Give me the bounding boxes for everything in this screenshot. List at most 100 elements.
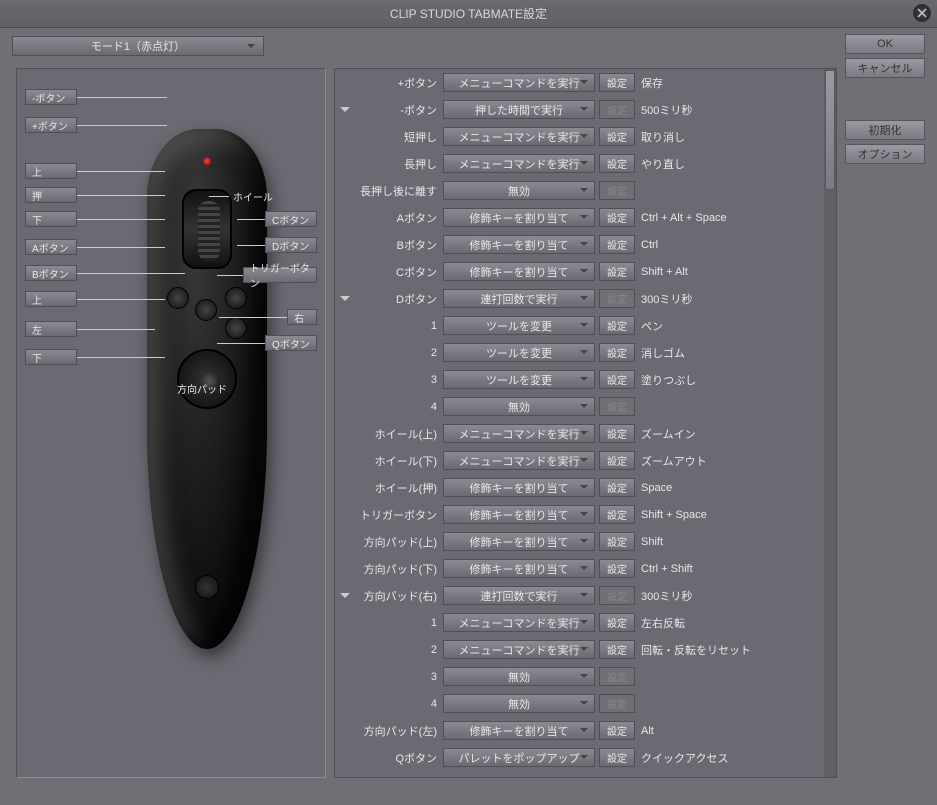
action-dropdown[interactable]: 修飾キーを割り当て (443, 478, 595, 497)
callout-wheel-up: 上 (25, 163, 165, 179)
set-button[interactable]: 設定 (599, 721, 635, 740)
row-label: +ボタン (355, 75, 443, 91)
ok-button[interactable]: OK (845, 34, 925, 54)
button-b-icon (195, 299, 217, 321)
set-button[interactable]: 設定 (599, 532, 635, 551)
settings-scroll[interactable]: +ボタンメニューコマンドを実行設定保存-ボタン押した時間で実行設定500ミリ秒短… (335, 69, 824, 777)
action-dropdown[interactable]: ツールを変更 (443, 343, 595, 362)
setting-row-d2: 2ツールを変更設定消しゴム (335, 339, 824, 366)
dpad-label: 方向パッド (177, 381, 227, 396)
row-label: -ボタン (355, 102, 443, 118)
set-button[interactable]: 設定 (599, 127, 635, 146)
close-button[interactable] (913, 4, 931, 22)
row-label: Dボタン (355, 291, 443, 307)
action-dropdown[interactable]: 無効 (443, 397, 595, 416)
action-dropdown[interactable]: 修飾キーを割り当て (443, 505, 595, 524)
chevron-down-icon (340, 107, 350, 117)
action-dropdown[interactable]: 無効 (443, 694, 595, 713)
action-dropdown[interactable]: 無効 (443, 667, 595, 686)
action-dropdown[interactable]: メニューコマンドを実行 (443, 451, 595, 470)
callout-trigger: トリガーボタン (217, 267, 317, 283)
action-dropdown[interactable]: 修飾キーを割り当て (443, 235, 595, 254)
set-button[interactable]: 設定 (599, 613, 635, 632)
set-button: 設定 (599, 667, 635, 686)
button-a-icon (167, 287, 189, 309)
row-value: やり直し (639, 156, 818, 172)
action-dropdown[interactable]: 修飾キーを割り当て (443, 532, 595, 551)
set-button[interactable]: 設定 (599, 559, 635, 578)
row-value: Alt (639, 725, 818, 737)
action-dropdown[interactable]: メニューコマンドを実行 (443, 640, 595, 659)
set-button[interactable]: 設定 (599, 748, 635, 767)
setting-row-d1: 1ツールを変更設定ペン (335, 312, 824, 339)
setting-row-pr4: 4無効設定 (335, 690, 824, 717)
action-dropdown[interactable]: 連打回数で実行 (443, 586, 595, 605)
action-dropdown[interactable]: 修飾キーを割り当て (443, 262, 595, 281)
action-dropdown[interactable]: メニューコマンドを実行 (443, 424, 595, 443)
set-button[interactable]: 設定 (599, 235, 635, 254)
set-button[interactable]: 設定 (599, 370, 635, 389)
options-button[interactable]: オプション (845, 144, 925, 164)
button-c-icon (225, 287, 247, 309)
setting-row-d: Dボタン連打回数で実行設定300ミリ秒 (335, 285, 824, 312)
set-button[interactable]: 設定 (599, 262, 635, 281)
callout-dpad-left: 左 (25, 321, 155, 337)
action-dropdown[interactable]: パレットをポップアップ (443, 748, 595, 767)
action-dropdown[interactable]: 修飾キーを割り当て (443, 559, 595, 578)
setting-row-wu: ホイール(上)メニューコマンドを実行設定ズームイン (335, 420, 824, 447)
expand-toggle[interactable] (335, 292, 355, 306)
window-title: CLIP STUDIO TABMATE設定 (390, 5, 547, 22)
callout-wheel: ホイール (203, 189, 273, 204)
setting-row-wp: ホイール(押)修飾キーを割り当て設定Space (335, 474, 824, 501)
callout-dpad-right: 右 (217, 309, 317, 325)
logo-icon (195, 575, 219, 599)
dpad-icon (177, 349, 237, 409)
set-button[interactable]: 設定 (599, 208, 635, 227)
action-dropdown[interactable]: メニューコマンドを実行 (443, 127, 595, 146)
action-dropdown[interactable]: ツールを変更 (443, 370, 595, 389)
device-diagram-panel: -ボタン +ボタン 上 押 下 Aボタン Bボタン 上 左 下 ホイール Cボタ… (16, 68, 326, 778)
action-dropdown[interactable]: メニューコマンドを実行 (443, 613, 595, 632)
set-button: 設定 (599, 289, 635, 308)
row-label: 長押し (335, 156, 443, 172)
row-value: Shift (639, 536, 818, 548)
action-dropdown[interactable]: 連打回数で実行 (443, 289, 595, 308)
row-value: 500ミリ秒 (639, 102, 818, 118)
action-dropdown[interactable]: 修飾キーを割り当て (443, 721, 595, 740)
expand-toggle[interactable] (335, 589, 355, 603)
set-button[interactable]: 設定 (599, 505, 635, 524)
cancel-button[interactable]: キャンセル (845, 58, 925, 78)
mode-dropdown[interactable]: モード1（赤点灯） (12, 36, 264, 56)
callout-d: Dボタン (237, 237, 317, 253)
scrollbar-thumb[interactable] (825, 70, 835, 190)
row-value: Ctrl + Shift (639, 563, 818, 575)
action-dropdown[interactable]: 無効 (443, 181, 595, 200)
led-icon (203, 157, 211, 165)
action-dropdown[interactable]: メニューコマンドを実行 (443, 73, 595, 92)
setting-row-wd: ホイール(下)メニューコマンドを実行設定ズームアウト (335, 447, 824, 474)
set-button[interactable]: 設定 (599, 154, 635, 173)
row-value: 取り消し (639, 129, 818, 145)
init-button[interactable]: 初期化 (845, 120, 925, 140)
set-button[interactable]: 設定 (599, 451, 635, 470)
set-button[interactable]: 設定 (599, 640, 635, 659)
set-button[interactable]: 設定 (599, 73, 635, 92)
row-label: 長押し後に離す (335, 183, 443, 199)
setting-row-pu: 方向パッド(上)修飾キーを割り当て設定Shift (335, 528, 824, 555)
action-dropdown[interactable]: メニューコマンドを実行 (443, 154, 595, 173)
action-dropdown[interactable]: 修飾キーを割り当て (443, 208, 595, 227)
row-label: Cボタン (355, 264, 443, 280)
action-dropdown[interactable]: 押した時間で実行 (443, 100, 595, 119)
set-button[interactable]: 設定 (599, 424, 635, 443)
row-label: 2 (335, 644, 443, 656)
row-value: Shift + Alt (639, 266, 818, 278)
scrollbar[interactable] (824, 69, 836, 777)
expand-toggle[interactable] (335, 103, 355, 117)
set-button[interactable]: 設定 (599, 343, 635, 362)
set-button[interactable]: 設定 (599, 478, 635, 497)
row-label: 短押し (335, 129, 443, 145)
row-value: 左右反転 (639, 615, 818, 631)
action-dropdown[interactable]: ツールを変更 (443, 316, 595, 335)
row-label: 2 (335, 347, 443, 359)
set-button[interactable]: 設定 (599, 316, 635, 335)
